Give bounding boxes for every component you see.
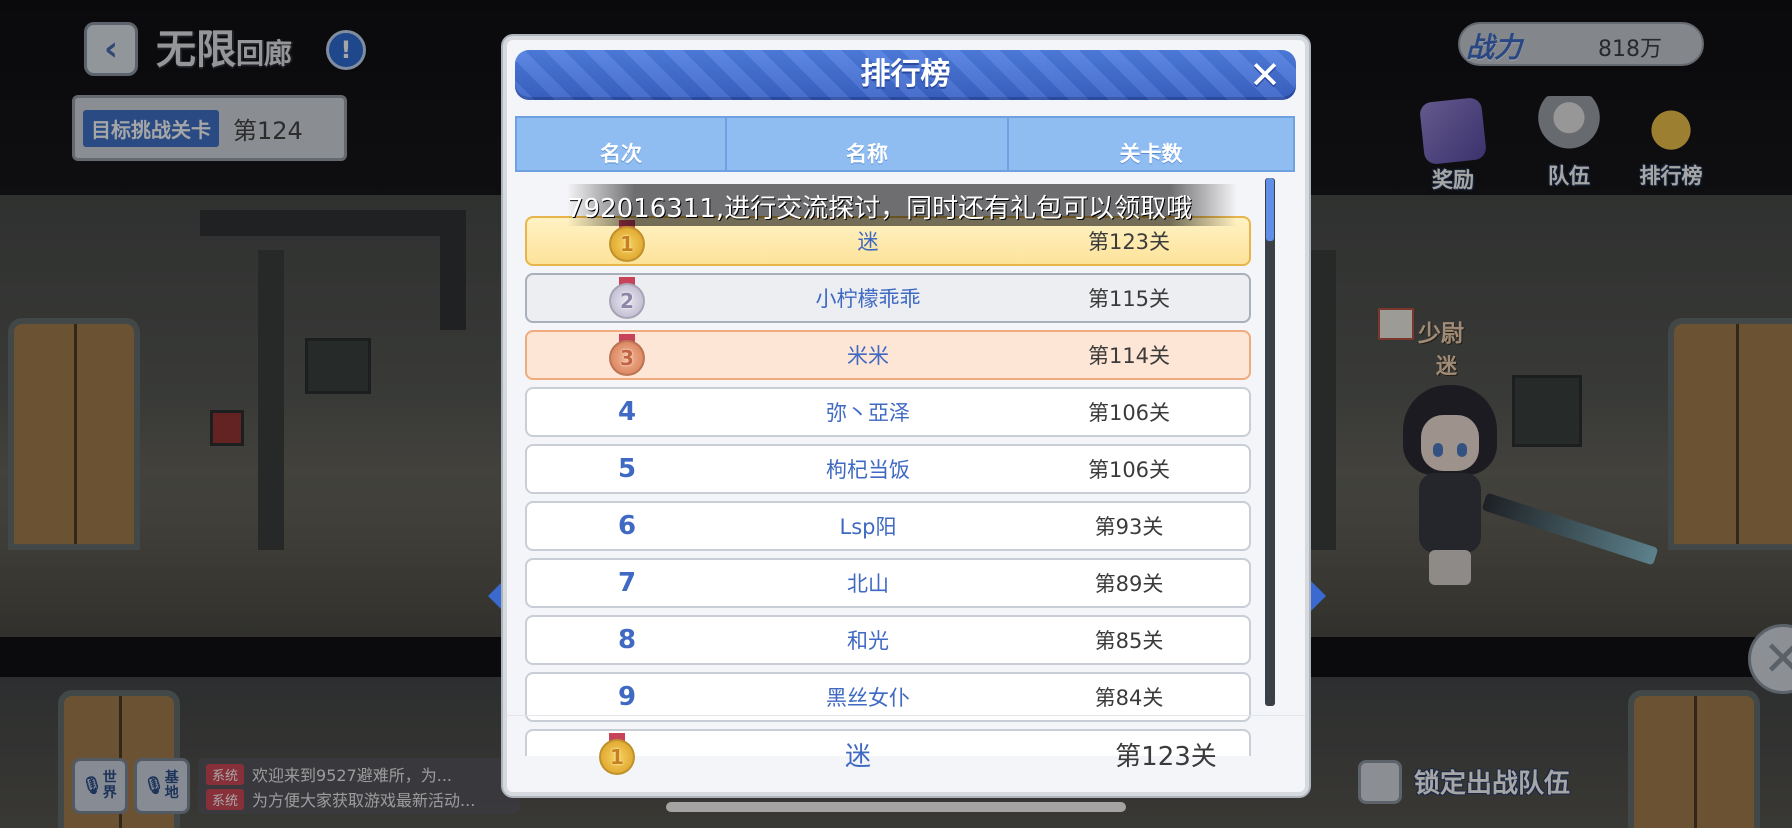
ranking-list: 1 迷第123关 2 小柠檬乖乖 第115关 3 米米 第114关 4 弥丶亞泽 第106关 5 枸杞当…: [519, 174, 1251, 756]
scrollbar[interactable]: [1265, 178, 1275, 706]
table-row[interactable]: 4 弥丶亞泽 第106关: [525, 387, 1251, 437]
my-stage: 第123关: [1115, 741, 1217, 772]
stage-cell: 第106关: [1087, 401, 1171, 425]
stage-cell: 第84关: [1094, 686, 1164, 710]
table-row[interactable]: 2 小柠檬乖乖 第115关: [525, 273, 1251, 323]
my-rank: 1: [507, 716, 727, 792]
player-name-cell: 黑丝女仆: [826, 686, 910, 710]
table-row[interactable]: 3 米米 第114关: [525, 330, 1251, 380]
player-name-cell: 北山: [847, 572, 889, 596]
ranking-list-viewport[interactable]: 1 迷第123关 2 小柠檬乖乖 第115关 3 米米 第114关 4 弥丶亞泽 第106关 5 枸杞当…: [515, 174, 1301, 756]
rank-cell: 9: [617, 682, 637, 712]
modal-title: 排行榜: [860, 57, 951, 92]
announcement-text: 792016311,进行交流探讨，同时还有礼包可以领取哦: [567, 194, 1193, 224]
table-header: 名次 名称 关卡数: [515, 116, 1295, 172]
table-row[interactable]: 5 枸杞当饭 第106关: [525, 444, 1251, 494]
rank-cell: 3: [527, 332, 727, 378]
column-stage: 关卡数: [1119, 142, 1183, 166]
player-name-cell: Lsp阳: [839, 515, 897, 539]
leaderboard-modal: 排行榜 ✕ 名次 名称 关卡数 1 迷 第123关 2 小柠檬乖乖 第115关 3 米米 第11…: [503, 36, 1309, 796]
rank-cell: 6: [617, 511, 637, 541]
stage-cell: 第89关: [1094, 572, 1164, 596]
rank-cell: 7: [617, 568, 637, 598]
my-name: 迷: [844, 741, 871, 772]
my-rank-row: 1 迷 第123关: [507, 715, 1305, 792]
rank-cell: 4: [617, 397, 637, 427]
scrollbar-thumb[interactable]: [1266, 178, 1274, 241]
stage-cell: 第106关: [1087, 458, 1171, 482]
table-row[interactable]: 8 和光 第85关: [525, 615, 1251, 665]
gold-medal-icon: 1: [609, 220, 645, 262]
player-name-cell: 弥丶亞泽: [826, 401, 910, 425]
announcement-marquee: 792016311,进行交流探讨，同时还有礼包可以领取哦: [567, 184, 1237, 226]
right-arrow-icon: [1308, 578, 1326, 614]
close-icon[interactable]: ✕: [1248, 56, 1282, 94]
table-row[interactable]: 6 Lsp阳 第93关: [525, 501, 1251, 551]
player-name-cell: 小柠檬乖乖: [815, 287, 921, 311]
silver-medal-icon: 2: [609, 277, 645, 319]
stage-cell: 第115关: [1087, 287, 1171, 311]
player-name-cell: 枸杞当饭: [826, 458, 910, 482]
table-row[interactable]: 7 北山 第89关: [525, 558, 1251, 608]
modal-header: 排行榜 ✕: [515, 50, 1296, 100]
player-name-cell: 和光: [847, 629, 889, 653]
column-rank: 名次: [517, 118, 727, 170]
rank-cell: 8: [617, 625, 637, 655]
home-indicator: [666, 802, 1126, 812]
rank-cell: 5: [617, 454, 637, 484]
stage-cell: 第93关: [1094, 515, 1164, 539]
bronze-medal-icon: 3: [609, 334, 645, 376]
rank-cell: 2: [527, 275, 727, 321]
stage-cell: 第114关: [1087, 344, 1171, 368]
stage-cell: 第85关: [1094, 629, 1164, 653]
player-name-cell: 米米: [847, 344, 889, 368]
column-name: 名称: [727, 118, 1009, 170]
gold-medal-icon: 1: [599, 733, 635, 775]
